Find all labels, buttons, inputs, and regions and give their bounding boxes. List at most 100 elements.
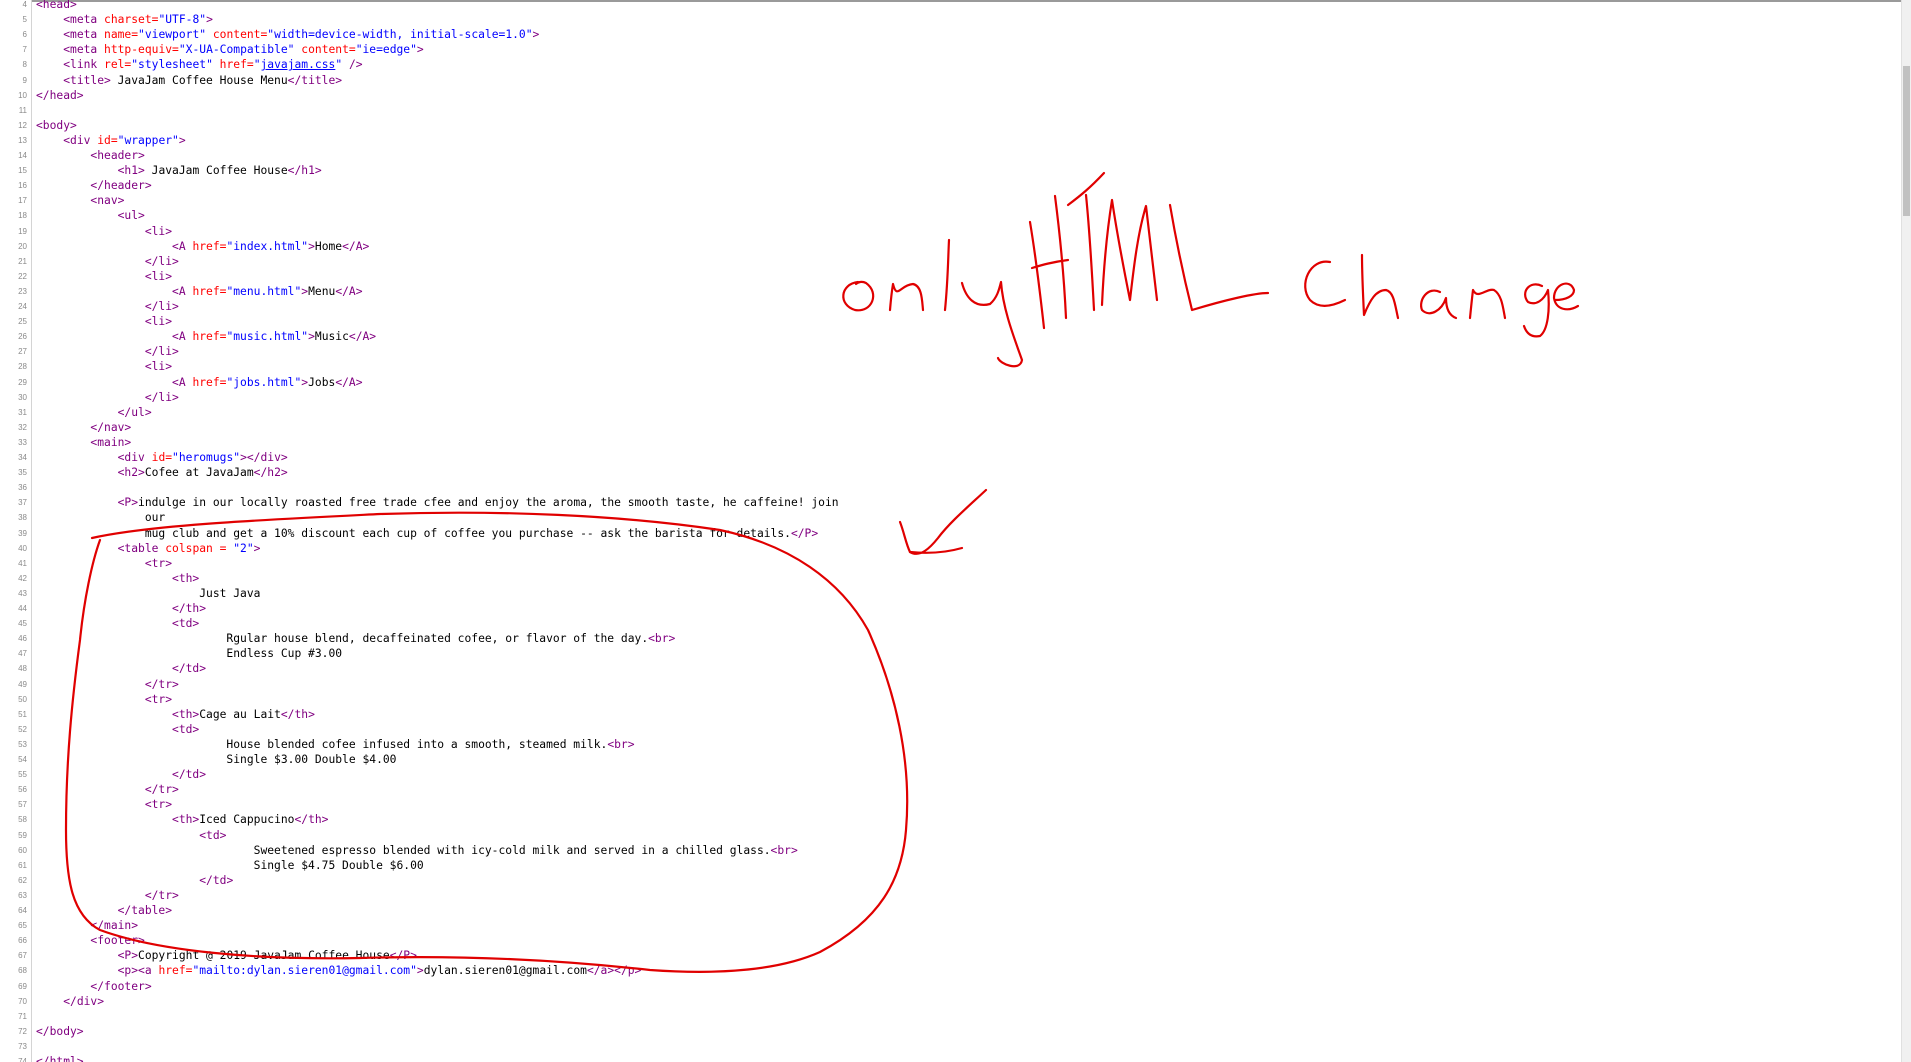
code-line[interactable]: </main> — [36, 918, 138, 933]
code-line[interactable]: </head> — [36, 88, 84, 103]
code-editor[interactable]: 4 5 6 7 8 9 10 11 12 13 14 15 16 17 18 19 20 21 22 23 24 25 26… — [0, 0, 1911, 1062]
line-number: 26 — [18, 332, 27, 342]
code-line[interactable]: Rgular house blend, decaffeinated cofee,… — [36, 631, 675, 646]
code-line[interactable]: mug club and get a 10% discount each cup… — [36, 526, 818, 541]
code-token-txt: mug club and get a 10% discount each cup… — [36, 526, 791, 540]
code-line[interactable]: <th>Cage au Lait</th> — [36, 707, 315, 722]
code-line[interactable]: </td> — [36, 661, 206, 676]
code-line[interactable]: <ul> — [36, 208, 145, 223]
code-line[interactable]: <main> — [36, 435, 131, 450]
code-line[interactable]: <title> JavaJam Coffee House Menu</title… — [36, 73, 342, 88]
code-line[interactable]: <link rel="stylesheet" href="javajam.css… — [36, 57, 362, 72]
code-line[interactable]: <h2>Cofee at JavaJam</h2> — [36, 465, 288, 480]
code-line[interactable]: <meta http-equiv="X-UA-Compatible" conte… — [36, 42, 424, 57]
code-line[interactable]: Single $4.75 Double $6.00 — [36, 858, 424, 873]
code-line[interactable]: <head> — [36, 0, 77, 12]
code-line[interactable]: <body> — [36, 118, 77, 133]
code-line[interactable]: <th>Iced Cappucino</th> — [36, 812, 328, 827]
code-line[interactable]: </ul> — [36, 405, 152, 420]
code-line[interactable]: </li> — [36, 344, 179, 359]
code-line[interactable]: </li> — [36, 254, 179, 269]
code-line[interactable]: <A href="index.html">Home</A> — [36, 239, 369, 254]
code-line[interactable]: </table> — [36, 903, 172, 918]
code-token-tag: </li> — [144, 254, 179, 268]
code-line[interactable]: </th> — [36, 601, 206, 616]
line-number: 53 — [18, 739, 27, 749]
code-line[interactable]: <tr> — [36, 556, 172, 571]
code-line[interactable]: <P>Copyright @ 2019 JavaJam Coffee House… — [36, 948, 417, 963]
code-line[interactable]: <meta charset="UTF-8"> — [36, 12, 213, 27]
code-line[interactable]: <li> — [36, 224, 172, 239]
code-line[interactable]: <A href="menu.html">Menu</A> — [36, 284, 363, 299]
line-number: 43 — [18, 588, 27, 598]
code-line[interactable]: <tr> — [36, 692, 172, 707]
line-number: 14 — [18, 151, 27, 160]
code-line[interactable]: Just Java — [36, 586, 260, 601]
code-line[interactable]: <table colspan = "2"> — [36, 541, 261, 556]
code-line[interactable]: </nav> — [36, 420, 131, 435]
line-number: 5 — [22, 15, 27, 25]
code-line[interactable]: <A href="music.html">Music</A> — [36, 329, 376, 344]
code-line[interactable]: Single $3.00 Double $4.00 — [36, 752, 396, 767]
code-token-txt: Single $4.75 Double $6.00 — [36, 858, 424, 872]
code-token-val: "music.html" — [226, 330, 309, 344]
code-token-attr: http-equiv= — [104, 43, 179, 57]
code-line[interactable]: <li> — [36, 359, 172, 374]
code-line[interactable]: </tr> — [36, 888, 179, 903]
code-line[interactable]: <tr> — [36, 797, 172, 812]
code-token-tag: </ul> — [117, 405, 152, 419]
code-token-val: "heromugs" — [172, 451, 241, 464]
code-line[interactable]: <header> — [36, 148, 144, 163]
code-line[interactable]: </li> — [36, 299, 179, 314]
code-line[interactable]: </div> — [36, 994, 104, 1009]
code-token-tag: <meta — [63, 43, 105, 57]
code-token-tag: <tr> — [144, 798, 173, 812]
code-line[interactable]: </tr> — [36, 782, 179, 797]
code-line[interactable]: </li> — [36, 390, 179, 405]
code-line[interactable]: <li> — [36, 314, 172, 329]
scrollbar-thumb[interactable] — [1903, 66, 1910, 216]
line-number: 61 — [18, 860, 27, 870]
code-line[interactable]: <td> — [36, 616, 199, 631]
line-number: 64 — [18, 906, 27, 915]
code-line[interactable]: our — [36, 510, 165, 525]
code-token-val: "wrapper" — [117, 133, 179, 147]
code-line[interactable]: <footer> — [36, 933, 144, 948]
code-line[interactable]: <P>indulge in our locally roasted free t… — [36, 495, 839, 510]
code-line[interactable]: </td> — [36, 767, 206, 782]
code-line[interactable]: <th> — [36, 571, 199, 586]
code-line[interactable]: <td> — [36, 828, 226, 843]
code-line[interactable]: House blended cofee infused into a smoot… — [36, 737, 634, 752]
code-line[interactable]: <td> — [36, 722, 199, 737]
vertical-scrollbar[interactable] — [1901, 0, 1911, 1062]
line-number: 24 — [18, 302, 27, 311]
line-number: 60 — [18, 845, 27, 855]
code-line[interactable]: <div id="heromugs"></div> — [36, 450, 288, 465]
code-line[interactable]: <h1> JavaJam Coffee House</h1> — [36, 163, 322, 178]
code-line[interactable]: Endless Cup #3.00 — [36, 646, 342, 661]
code-line[interactable]: <li> — [36, 269, 172, 284]
code-line[interactable]: <A href="jobs.html">Jobs</A> — [36, 375, 363, 390]
code-line[interactable]: <p><a href="mailto:dylan.sieren01@gmail.… — [36, 963, 642, 978]
code-line[interactable]: <div id="wrapper"> — [36, 133, 185, 148]
code-line[interactable]: </html> — [36, 1054, 84, 1062]
code-line[interactable]: </td> — [36, 873, 233, 888]
code-line[interactable]: </tr> — [36, 677, 179, 692]
line-number: 63 — [18, 890, 27, 900]
code-line[interactable]: <nav> — [36, 193, 124, 208]
code-token-txt: Music — [314, 330, 349, 344]
code-line[interactable]: </footer> — [36, 979, 151, 994]
code-token-tag: <meta — [63, 13, 105, 27]
code-line[interactable]: <meta name="viewport" content="width=dev… — [36, 27, 539, 42]
code-line[interactable]: </body> — [36, 1024, 84, 1039]
code-token-tag: <td> — [172, 617, 200, 631]
code-line[interactable]: </header> — [36, 178, 151, 193]
code-line[interactable]: Sweetened espresso blended with icy-cold… — [36, 843, 798, 858]
